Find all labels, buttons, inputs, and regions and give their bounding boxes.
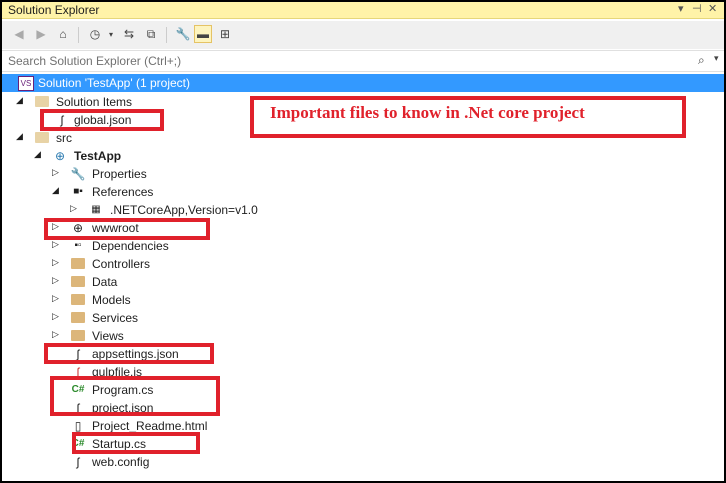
collapsed-arrow-icon[interactable]: ▷ bbox=[52, 329, 62, 340]
wrench-icon: 🔧 bbox=[70, 166, 86, 181]
highlight-box-startup bbox=[72, 432, 200, 454]
toolbar: ◀ ▶ ⌂ ◷ ▾ ⇆ ⧉ 🔧 ▬ ⊞ bbox=[2, 21, 724, 49]
solution-label: Solution 'TestApp' (1 project) bbox=[38, 76, 190, 90]
references-icon: ■▪ bbox=[73, 186, 83, 197]
tree-item-label: Project_Readme.html bbox=[92, 419, 208, 433]
back-icon[interactable]: ◀ bbox=[10, 25, 28, 43]
collapsed-arrow-icon[interactable]: ▷ bbox=[52, 257, 62, 268]
folder-icon bbox=[70, 310, 86, 325]
folder-icon bbox=[70, 274, 86, 289]
folder-icon bbox=[70, 292, 86, 307]
tree-item-label: Views bbox=[92, 329, 124, 343]
tree-item-label: Properties bbox=[92, 167, 147, 181]
tree-item-data[interactable]: ▷ Data bbox=[2, 273, 302, 291]
tree-item-label: Controllers bbox=[92, 257, 151, 271]
tree-item-label: Data bbox=[92, 275, 118, 289]
tree-item-controllers[interactable]: ▷ Controllers bbox=[2, 255, 302, 273]
sync-icon[interactable]: ⇆ bbox=[120, 25, 138, 43]
home-icon[interactable]: ⌂ bbox=[54, 25, 72, 43]
search-options-icon[interactable]: ▾ bbox=[714, 53, 719, 64]
highlight-box-program-project bbox=[50, 376, 220, 416]
window-title: Solution Explorer bbox=[8, 3, 100, 17]
tree-item-models[interactable]: ▷ Models bbox=[2, 291, 302, 309]
assembly-icon: ▦ bbox=[91, 204, 101, 215]
search-icon[interactable]: ⌕ bbox=[698, 53, 705, 68]
forward-icon[interactable]: ▶ bbox=[32, 25, 50, 43]
tree-item-netcoreapp[interactable]: ▷ ▦ .NETCoreApp,Version=v1.0 bbox=[2, 201, 322, 219]
tree-item-solution[interactable]: VS Solution 'TestApp' (1 project) bbox=[2, 74, 724, 92]
properties-wrench-icon[interactable]: 🔧 bbox=[174, 25, 192, 43]
collapsed-arrow-icon[interactable]: ▷ bbox=[52, 311, 62, 322]
tree-item-label: Solution Items bbox=[56, 95, 133, 109]
dropdown-icon[interactable]: ▾ bbox=[678, 2, 684, 15]
toolbar-separator bbox=[78, 27, 79, 43]
web-project-icon: ⊕ bbox=[54, 148, 66, 163]
title-bar: Solution Explorer ▾ ⊣ ✕ bbox=[2, 2, 724, 19]
dependencies-icon: ▪▫ bbox=[74, 240, 82, 251]
search-box[interactable]: Search Solution Explorer (Ctrl+;) ⌕ ▾ bbox=[2, 50, 724, 72]
tree-item-label: web.config bbox=[92, 455, 150, 469]
collapsed-arrow-icon[interactable]: ▷ bbox=[52, 293, 62, 304]
folder-icon bbox=[34, 130, 50, 145]
folder-icon bbox=[34, 94, 50, 109]
tree-item-label: src bbox=[56, 131, 72, 145]
tree-item-services[interactable]: ▷ Services bbox=[2, 309, 302, 327]
tree-item-label: .NETCoreApp,Version=v1.0 bbox=[110, 203, 258, 217]
preview-selected-icon[interactable]: ▬ bbox=[194, 25, 212, 43]
folder-icon bbox=[70, 256, 86, 271]
expanded-arrow-icon[interactable]: ◢ bbox=[52, 185, 62, 196]
collapsed-arrow-icon[interactable]: ▷ bbox=[52, 275, 62, 286]
tree-item-project[interactable]: ◢ ⊕ TestApp bbox=[2, 147, 302, 165]
tree-item-properties[interactable]: ▷ 🔧 Properties bbox=[2, 165, 302, 183]
search-input[interactable]: Search Solution Explorer (Ctrl+;) bbox=[8, 54, 181, 68]
tree-item-label: Dependencies bbox=[92, 239, 169, 253]
tree-item-label: References bbox=[92, 185, 154, 199]
folder-icon bbox=[70, 328, 86, 343]
highlight-box-wwwroot bbox=[44, 218, 210, 240]
expanded-arrow-icon[interactable]: ◢ bbox=[16, 95, 26, 106]
collapsed-arrow-icon[interactable]: ▷ bbox=[52, 167, 62, 178]
config-file-icon: ʃ bbox=[76, 454, 80, 469]
html-file-icon: ▯ bbox=[74, 418, 82, 433]
tree-item-webconfig[interactable]: ʃ web.config bbox=[2, 453, 302, 471]
solution-explorer-window: Solution Explorer ▾ ⊣ ✕ ◀ ▶ ⌂ ◷ ▾ ⇆ ⧉ 🔧 … bbox=[2, 2, 724, 481]
pin-icon[interactable]: ⊣ bbox=[692, 2, 702, 15]
toolbar-separator bbox=[166, 27, 167, 43]
tree-item-label: TestApp bbox=[74, 149, 122, 163]
collapse-all-icon[interactable]: ⧉ bbox=[142, 25, 160, 43]
highlight-box-global-json bbox=[40, 109, 164, 131]
tree-item-label: Models bbox=[92, 293, 131, 307]
highlight-box-appsettings bbox=[44, 343, 214, 364]
close-icon[interactable]: ✕ bbox=[708, 2, 717, 15]
collapsed-arrow-icon[interactable]: ▷ bbox=[70, 203, 80, 214]
collapsed-arrow-icon[interactable]: ▷ bbox=[52, 239, 62, 250]
tree-item-label: Services bbox=[92, 311, 139, 325]
expanded-arrow-icon[interactable]: ◢ bbox=[16, 131, 26, 142]
solution-icon: VS bbox=[18, 76, 34, 91]
callout-text: Important files to know in .Net core pro… bbox=[270, 103, 585, 122]
tree-item-references[interactable]: ◢ ■▪ References bbox=[2, 183, 302, 201]
chevron-down-icon[interactable]: ▾ bbox=[102, 25, 120, 43]
expanded-arrow-icon[interactable]: ◢ bbox=[34, 149, 44, 160]
class-view-icon[interactable]: ⊞ bbox=[216, 25, 234, 43]
